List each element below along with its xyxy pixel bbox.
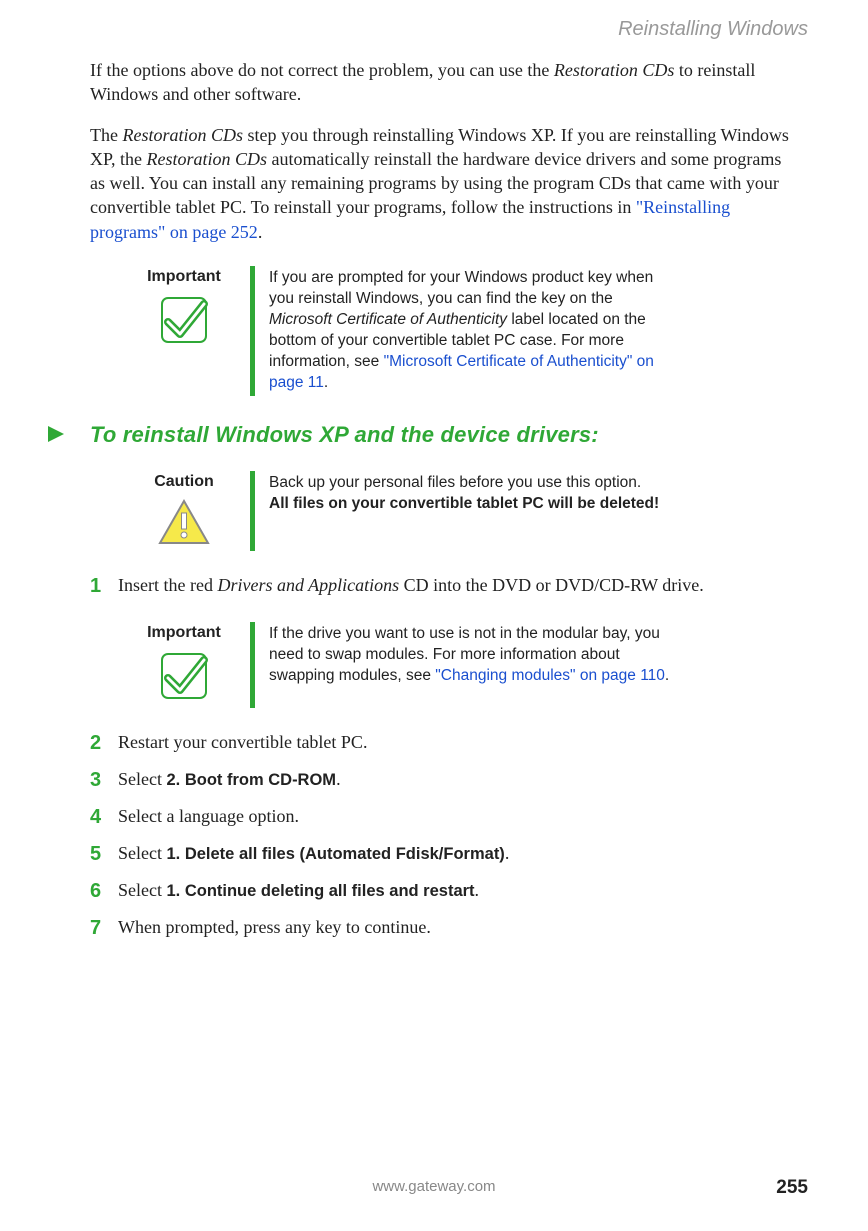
- note-divider-bar: [250, 471, 255, 551]
- note-label-column: Important: [124, 266, 244, 352]
- step-7: 7 When prompted, press any key to contin…: [90, 915, 790, 942]
- note-label: Important: [124, 622, 244, 644]
- page-content: If the options above do not correct the …: [90, 58, 790, 952]
- text: If the options above do not correct the …: [90, 60, 554, 80]
- step-number: 6: [90, 878, 118, 905]
- text: Select: [118, 769, 166, 789]
- bold-warning: All files on your convertible tablet PC …: [269, 495, 659, 512]
- step-3: 3 Select 2. Boot from CD-ROM.: [90, 767, 790, 794]
- task-heading: To reinstall Windows XP and the device d…: [90, 420, 599, 450]
- page-number: 255: [776, 1177, 808, 1199]
- text: .: [475, 880, 480, 900]
- paragraph-1: If the options above do not correct the …: [90, 58, 790, 107]
- italic-term: Microsoft Certificate of Authenticity: [269, 311, 507, 328]
- menu-option: 2. Boot from CD-ROM: [166, 771, 336, 789]
- footer-url: www.gateway.com: [0, 1178, 868, 1195]
- text: Back up your personal files before you u…: [269, 474, 641, 491]
- task-heading-row: To reinstall Windows XP and the device d…: [48, 420, 790, 450]
- step-number: 4: [90, 804, 118, 831]
- checkmark-icon: [158, 650, 210, 702]
- step-text: Select 1. Delete all files (Automated Fd…: [118, 841, 790, 865]
- step-2: 2 Restart your convertible tablet PC.: [90, 730, 790, 757]
- note-divider-bar: [250, 622, 255, 708]
- step-text: Select a language option.: [118, 804, 790, 828]
- text: The: [90, 125, 122, 145]
- note-label-column: Caution: [124, 471, 244, 551]
- step-text: Insert the red Drivers and Applications …: [118, 573, 790, 597]
- cross-reference-link[interactable]: "Changing modules" on page 110: [435, 667, 665, 684]
- step-1: 1 Insert the red Drivers and Application…: [90, 573, 790, 600]
- text: If you are prompted for your Windows pro…: [269, 269, 653, 307]
- menu-option: 1. Continue deleting all files and resta…: [166, 882, 474, 900]
- note-label: Caution: [124, 471, 244, 493]
- important-note-2: Important If the drive you want to use i…: [124, 622, 790, 708]
- text: .: [336, 769, 341, 789]
- step-text: When prompted, press any key to continue…: [118, 915, 790, 939]
- text: When prompted, press any key to continue…: [118, 917, 431, 937]
- text: Restart your convertible tablet PC.: [118, 732, 367, 752]
- step-text: Select 2. Boot from CD-ROM.: [118, 767, 790, 791]
- step-number: 2: [90, 730, 118, 757]
- text: Select: [118, 880, 166, 900]
- step-text: Select 1. Continue deleting all files an…: [118, 878, 790, 902]
- arrow-right-icon: [48, 426, 64, 442]
- step-number: 3: [90, 767, 118, 794]
- menu-option: 1. Delete all files (Automated Fdisk/For…: [166, 845, 504, 863]
- italic-term: Restoration CDs: [554, 60, 675, 80]
- paragraph-2: The Restoration CDs step you through rei…: [90, 123, 790, 244]
- step-number: 5: [90, 841, 118, 868]
- note-text: Back up your personal files before you u…: [269, 471, 659, 517]
- running-header: Reinstalling Windows: [618, 18, 808, 41]
- step-number: 1: [90, 573, 118, 600]
- step-number: 7: [90, 915, 118, 942]
- step-text: Restart your convertible tablet PC.: [118, 730, 790, 754]
- text: Select a language option.: [118, 806, 299, 826]
- italic-term: Restoration CDs: [122, 125, 243, 145]
- note-label-column: Important: [124, 622, 244, 708]
- step-5: 5 Select 1. Delete all files (Automated …: [90, 841, 790, 868]
- text: .: [665, 667, 669, 684]
- note-label: Important: [124, 266, 244, 288]
- italic-term: Drivers and Applications: [217, 575, 399, 595]
- text: .: [324, 374, 328, 391]
- text: Select: [118, 843, 166, 863]
- note-divider-bar: [250, 266, 255, 396]
- note-text: If you are prompted for your Windows pro…: [269, 266, 679, 396]
- step-4: 4 Select a language option.: [90, 804, 790, 831]
- caution-note: Caution Back up your personal files befo…: [124, 471, 790, 551]
- text: .: [258, 222, 263, 242]
- checkmark-icon: [158, 294, 210, 346]
- step-6: 6 Select 1. Continue deleting all files …: [90, 878, 790, 905]
- caution-triangle-icon: [158, 499, 210, 545]
- text: CD into the DVD or DVD/CD-RW drive.: [399, 575, 704, 595]
- text: .: [505, 843, 510, 863]
- important-note-1: Important If you are prompted for your W…: [124, 266, 790, 396]
- note-text: If the drive you want to use is not in t…: [269, 622, 679, 689]
- italic-term: Restoration CDs: [147, 149, 268, 169]
- text: Insert the red: [118, 575, 217, 595]
